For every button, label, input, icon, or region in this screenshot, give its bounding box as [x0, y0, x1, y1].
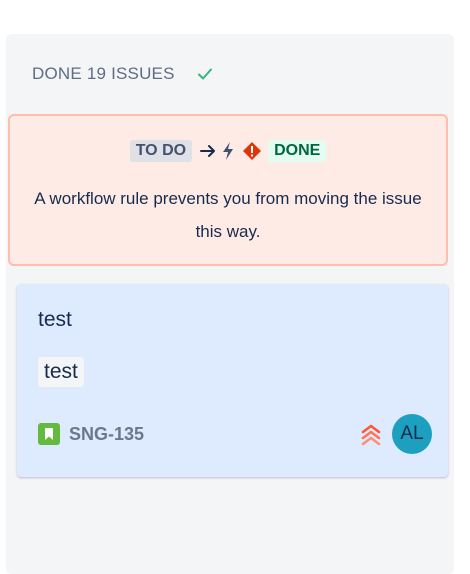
board-column-done: DONE 19 ISSUES TO DO DONE A workflow rul… [6, 34, 454, 574]
issue-label: test [38, 357, 84, 387]
avatar-initials: AL [400, 423, 424, 444]
column-title: DONE 19 ISSUES [32, 64, 175, 83]
issue-footer: SNG-135 AL [38, 414, 432, 454]
warning-diamond-icon [242, 141, 262, 161]
workflow-rule-card: TO DO DONE A workflow rule prevents you … [8, 114, 448, 266]
issue-summary: test [38, 308, 72, 331]
arrow-right-icon [200, 144, 216, 158]
story-icon [38, 423, 60, 445]
lightning-bolt-icon [222, 142, 234, 160]
status-lozenge-done: DONE [268, 140, 327, 162]
highest-priority-icon [360, 422, 382, 446]
transition-row: TO DO DONE [10, 140, 446, 162]
issue-key[interactable]: SNG-135 [69, 424, 144, 445]
check-icon [197, 67, 213, 81]
issue-card[interactable]: test test SNG-135 AL [17, 284, 448, 477]
assignee-avatar[interactable]: AL [392, 414, 432, 454]
workflow-rule-message: A workflow rule prevents you from moving… [34, 189, 422, 241]
column-header: DONE 19 ISSUES [32, 64, 213, 84]
status-lozenge-todo: TO DO [129, 140, 193, 162]
